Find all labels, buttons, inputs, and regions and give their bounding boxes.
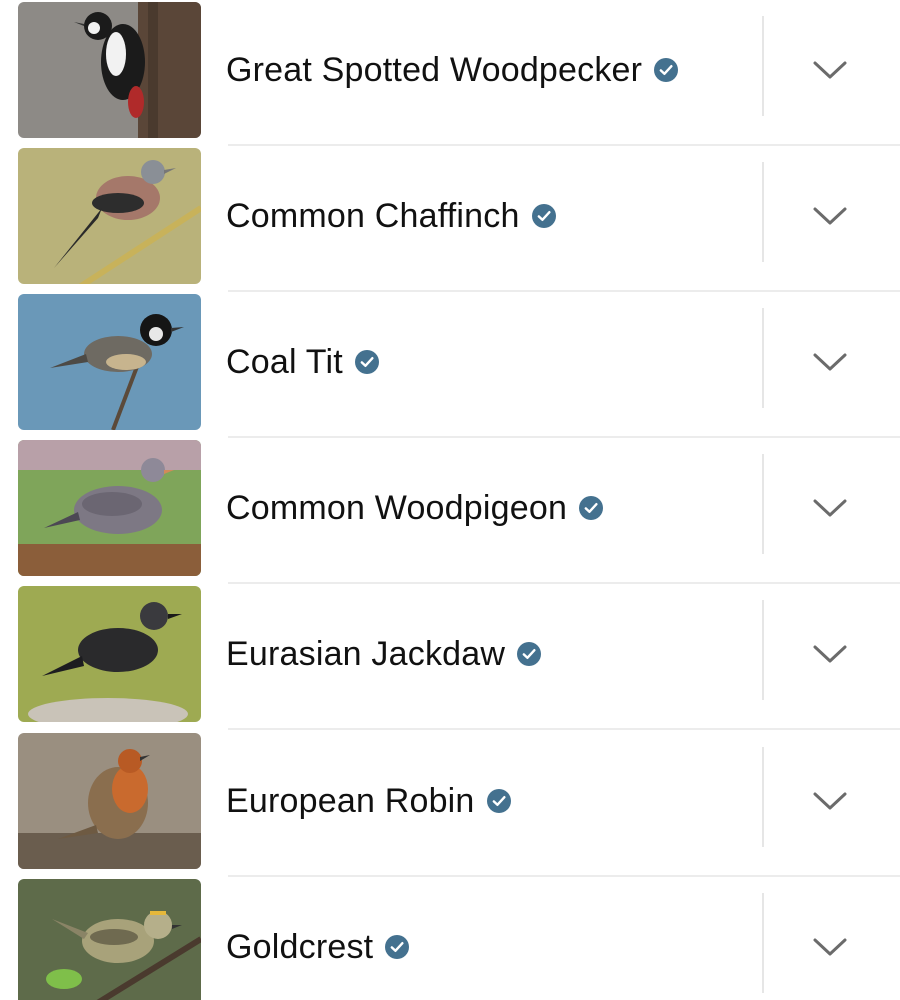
row-divider [762,308,764,408]
row-separator [228,290,900,292]
row-divider [762,162,764,262]
expand-button[interactable] [800,624,860,684]
species-row-coal-tit[interactable]: Coal Tit [0,294,900,440]
expand-button[interactable] [800,478,860,538]
species-photo [18,2,201,138]
species-name[interactable]: Coal Tit [226,343,343,382]
species-name[interactable]: Common Chaffinch [226,197,520,236]
species-photo [18,148,201,284]
verified-check-icon [531,204,556,228]
chevron-down-icon [813,499,847,517]
chevron-down-icon [813,645,847,663]
chevron-down-icon [813,353,847,371]
species-row-goldcrest[interactable]: Goldcrest [0,879,900,1000]
species-name-group: Great Spotted Woodpecker [226,2,679,138]
row-divider [762,16,764,116]
species-photo [18,294,201,430]
row-divider [762,747,764,847]
species-name[interactable]: European Robin [226,782,475,821]
verified-check-icon [354,350,379,374]
species-row-common-chaffinch[interactable]: Common Chaffinch [0,148,900,294]
verified-check-icon [654,58,679,82]
species-name[interactable]: Goldcrest [226,928,373,967]
species-name-group: Goldcrest [226,879,410,1000]
row-divider [762,454,764,554]
row-separator [228,728,900,730]
expand-button[interactable] [800,186,860,246]
species-photo [18,440,201,576]
species-row-european-robin[interactable]: European Robin [0,733,900,879]
expand-button[interactable] [800,917,860,977]
species-photo [18,879,201,1000]
species-name-group: Coal Tit [226,294,379,430]
species-name-group: Eurasian Jackdaw [226,586,542,722]
species-photo [18,733,201,869]
verified-check-icon [486,789,511,813]
chevron-down-icon [813,61,847,79]
row-separator [228,875,900,877]
expand-button[interactable] [800,771,860,831]
chevron-down-icon [813,792,847,810]
species-row-great-spotted-woodpecker[interactable]: Great Spotted Woodpecker [0,2,900,148]
expand-button[interactable] [800,332,860,392]
species-name[interactable]: Common Woodpigeon [226,489,567,528]
chevron-down-icon [813,207,847,225]
species-row-eurasian-jackdaw[interactable]: Eurasian Jackdaw [0,586,900,732]
row-separator [228,582,900,584]
species-name[interactable]: Eurasian Jackdaw [226,635,505,674]
species-name-group: Common Chaffinch [226,148,556,284]
row-divider [762,600,764,700]
chevron-down-icon [813,938,847,956]
row-separator [228,144,900,146]
verified-check-icon [517,642,542,666]
row-separator [228,436,900,438]
species-name-group: Common Woodpigeon [226,440,604,576]
species-name[interactable]: Great Spotted Woodpecker [226,51,642,90]
row-divider [762,893,764,993]
species-name-group: European Robin [226,733,511,869]
species-list: Great Spotted Woodpecker Common Chaffinc… [0,0,900,1000]
species-row-common-woodpigeon[interactable]: Common Woodpigeon [0,440,900,586]
expand-button[interactable] [800,40,860,100]
verified-check-icon [579,496,604,520]
verified-check-icon [385,935,410,959]
species-photo [18,586,201,722]
